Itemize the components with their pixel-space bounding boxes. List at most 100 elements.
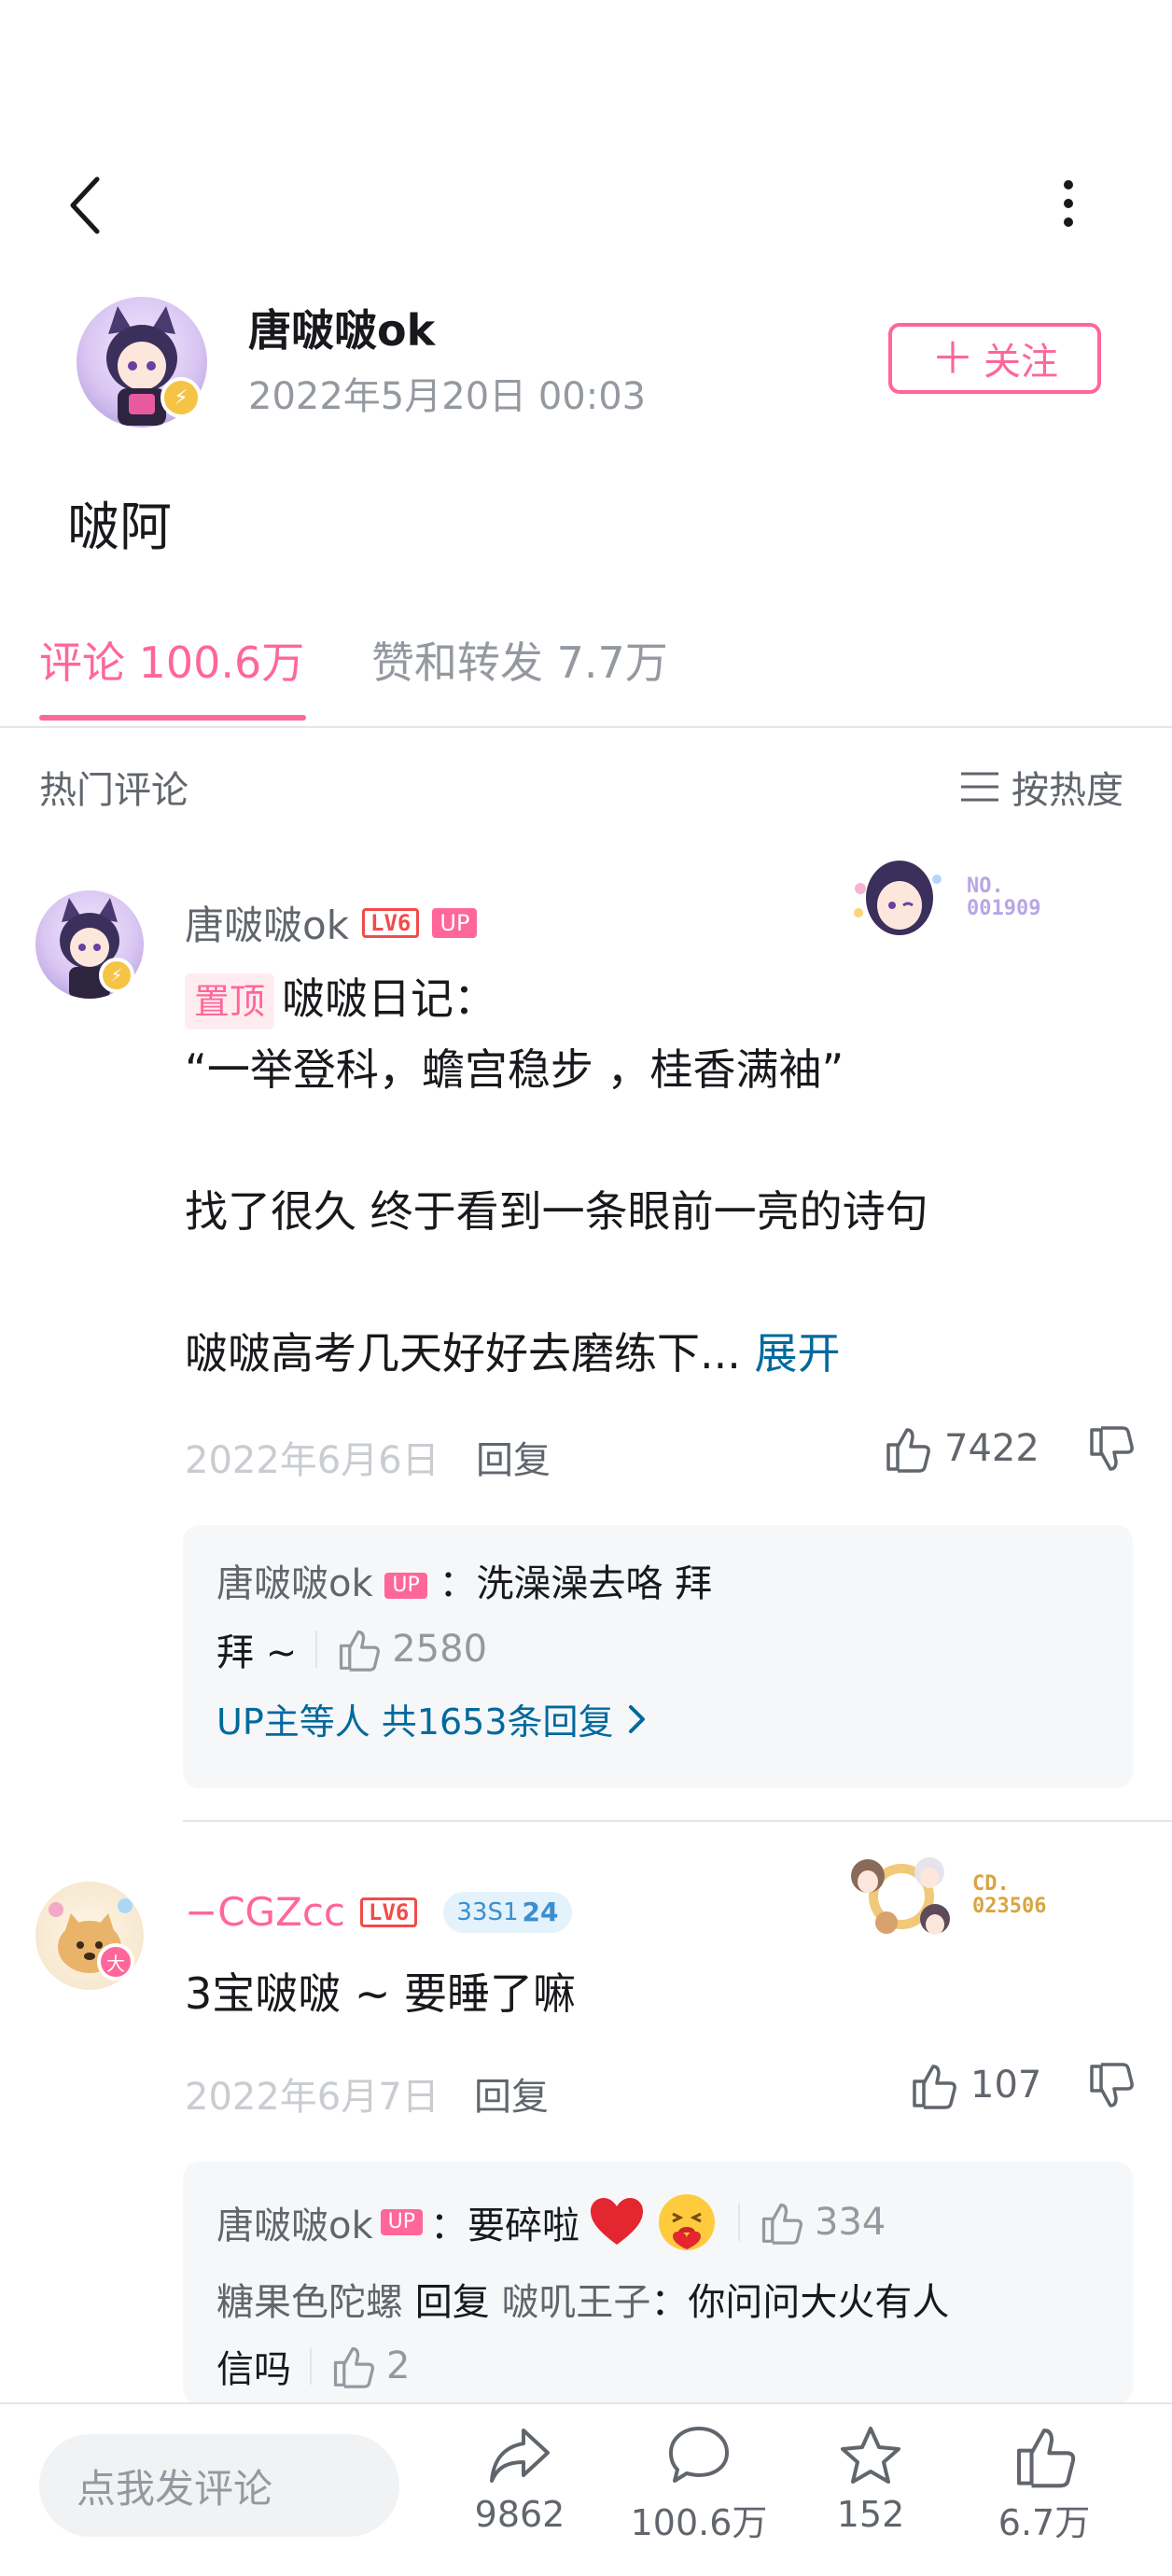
comment-count: 100.6万: [630, 2502, 768, 2543]
big-member-badge-icon: 大: [97, 1943, 134, 1981]
thumb-up-icon: [913, 2065, 956, 2109]
comment-icon: [669, 2427, 729, 2483]
fan-medal-card[interactable]: CD. 023506: [845, 1844, 1046, 1947]
plus-icon: ＋: [931, 333, 974, 384]
divider: [310, 2347, 312, 2385]
thumb-up-icon: [333, 2346, 374, 2388]
share-icon: [490, 2429, 550, 2483]
verified-lightning-badge: ⚡: [99, 958, 134, 993]
dislike-button[interactable]: [1086, 1426, 1135, 1475]
reply-like-count: 334: [815, 2201, 886, 2244]
heart-icon: [591, 2198, 644, 2245]
back-button[interactable]: [56, 168, 121, 243]
comment-username[interactable]: 唐啵啵ok: [185, 894, 349, 951]
reply-item-continued: 拜 ~ 2580: [216, 1622, 487, 1676]
comment-header: −CGZcc LV6 33S1 24: [185, 1889, 572, 1935]
fan-medal-card[interactable]: NO. 001909: [844, 851, 1040, 945]
emoji-icon: [659, 2194, 716, 2250]
reply-word: 回复: [414, 2281, 490, 2324]
fan-badge-number: 24: [522, 1897, 559, 1927]
comment-date: 2022年6月6日: [185, 1439, 440, 1482]
comment-username[interactable]: −CGZcc: [185, 1889, 345, 1935]
favorite-count: 152: [836, 2494, 905, 2535]
tab-active-indicator: [39, 715, 306, 721]
reply-username[interactable]: 糖果色陀螺: [216, 2281, 403, 2324]
sort-icon: [961, 772, 998, 802]
reply-like-button[interactable]: 2580: [336, 1627, 487, 1672]
view-all-replies-link[interactable]: UP主等人 共1653条回复: [216, 1693, 648, 1744]
reply-item[interactable]: 唐啵啵ok UP ：洗澡澡去咯 拜: [216, 1553, 712, 1607]
comment-body: 置顶 啵啵日记： “一举登科，蟾宫稳步 ，桂香满袖” 找了很久 终于看到一条眼前一…: [185, 963, 1118, 1389]
reply-username[interactable]: 唐啵啵ok: [216, 2195, 373, 2249]
reply-box: 唐啵啵ok UP ：要碎啦 334 糖果色陀螺 回复 啵叽王子：你问问大火有人 …: [183, 2162, 1133, 2404]
comment-header: 唐啵啵ok LV6 UP: [185, 894, 478, 951]
thumb-down-icon: [1090, 1426, 1134, 1471]
comment-line: 啵啵高考几天好好去磨练下...: [185, 1328, 741, 1379]
more-replies-label: UP主等人 共1653条回复: [216, 1701, 614, 1743]
pinned-tag: 置顶: [185, 973, 275, 1029]
reply-item-continued: 信吗 2: [216, 2339, 410, 2393]
back-icon: [70, 176, 100, 234]
comment-line: “一举登科，蟾宫稳步 ，桂香满袖”: [185, 1044, 844, 1095]
level-badge: LV6: [360, 1897, 418, 1927]
reply-like-button[interactable]: 334: [759, 2200, 886, 2245]
up-badge: UP: [384, 1573, 427, 1599]
thumb-up-icon: [761, 2203, 802, 2245]
level-badge: LV6: [362, 907, 420, 938]
comment-line: 找了很久 终于看到一条眼前一亮的诗句: [185, 1186, 928, 1237]
thumb-up-icon: [1017, 2429, 1076, 2488]
comment-line-blank: [185, 1105, 1118, 1176]
divider: [738, 2204, 741, 2241]
sort-label: 按热度: [1012, 769, 1123, 812]
like-button[interactable]: 7422: [883, 1424, 1039, 1473]
reply-like-button[interactable]: 2: [330, 2344, 410, 2388]
fan-badge-text: 33S1: [456, 1897, 519, 1926]
post-timestamp: 2022年5月20日 00:03: [248, 375, 647, 418]
up-badge: UP: [432, 907, 478, 938]
post-text: 啵阿: [67, 497, 172, 558]
medal-prefix: CD.: [972, 1872, 1010, 1896]
like-post-button[interactable]: 6.7万: [956, 2423, 1133, 2545]
reply-button[interactable]: 回复: [474, 2066, 549, 2121]
thumb-up-icon: [886, 1428, 930, 1473]
medal-character-icon: [851, 1857, 950, 1935]
reply-button[interactable]: 回复: [476, 1430, 551, 1484]
tab-comments[interactable]: 评论 100.6万: [39, 629, 304, 691]
reply-box: 唐啵啵ok UP ：洗澡澡去咯 拜 拜 ~ 2580 UP主等人 共1653条回…: [183, 1525, 1133, 1788]
star-icon: [841, 2427, 900, 2484]
more-icon: [1064, 180, 1073, 227]
reply-item[interactable]: 唐啵啵ok UP ：要碎啦 334: [216, 2190, 886, 2255]
comment-input[interactable]: 点我发评论: [39, 2434, 399, 2537]
thumb-up-icon: [340, 1630, 381, 1672]
fan-badge: 33S1 24: [443, 1891, 572, 1933]
reply-item[interactable]: 糖果色陀螺 回复 啵叽王子：你问问大火有人: [216, 2272, 949, 2326]
tab-likes-reposts[interactable]: 赞和转发 7.7万: [371, 629, 668, 691]
like-count: 107: [970, 2064, 1042, 2107]
post-like-count: 6.7万: [998, 2502, 1091, 2543]
dislike-button[interactable]: [1086, 2063, 1135, 2111]
chevron-right-icon: [628, 1704, 645, 1733]
thumb-down-icon: [1090, 2063, 1134, 2107]
medal-code: 001909: [967, 897, 1041, 920]
hot-comments-title: 热门评论: [39, 769, 188, 812]
reply-text: 信吗: [216, 2348, 291, 2391]
reply-like-count: 2: [386, 2345, 411, 2387]
reply-text: 拜 ~: [216, 1631, 298, 1674]
comment-button[interactable]: 100.6万: [610, 2423, 788, 2545]
follow-button[interactable]: ＋ 关注: [888, 323, 1101, 394]
expand-link[interactable]: 展开: [755, 1328, 841, 1379]
sort-button[interactable]: 按热度: [959, 760, 1123, 814]
comment-body: 3宝啵啵 ~ 要睡了嘛: [185, 1968, 577, 2019]
like-button[interactable]: 107: [909, 2061, 1041, 2109]
tab-divider: [0, 726, 1172, 728]
favorite-button[interactable]: 152: [782, 2423, 959, 2535]
share-button[interactable]: 9862: [431, 2423, 608, 2535]
reply-text: ：你问问大火有人: [650, 2281, 950, 2324]
reply-target-username[interactable]: 啵叽王子: [501, 2281, 650, 2324]
follow-label: 关注: [984, 341, 1058, 384]
author-name[interactable]: 唐啵啵ok: [248, 297, 435, 358]
more-button[interactable]: [1045, 168, 1092, 243]
reply-text: ：要碎啦: [430, 2205, 580, 2247]
reply-text: ：洗澡澡去咯 拜: [439, 1562, 713, 1605]
reply-username[interactable]: 唐啵啵ok: [216, 1562, 373, 1605]
